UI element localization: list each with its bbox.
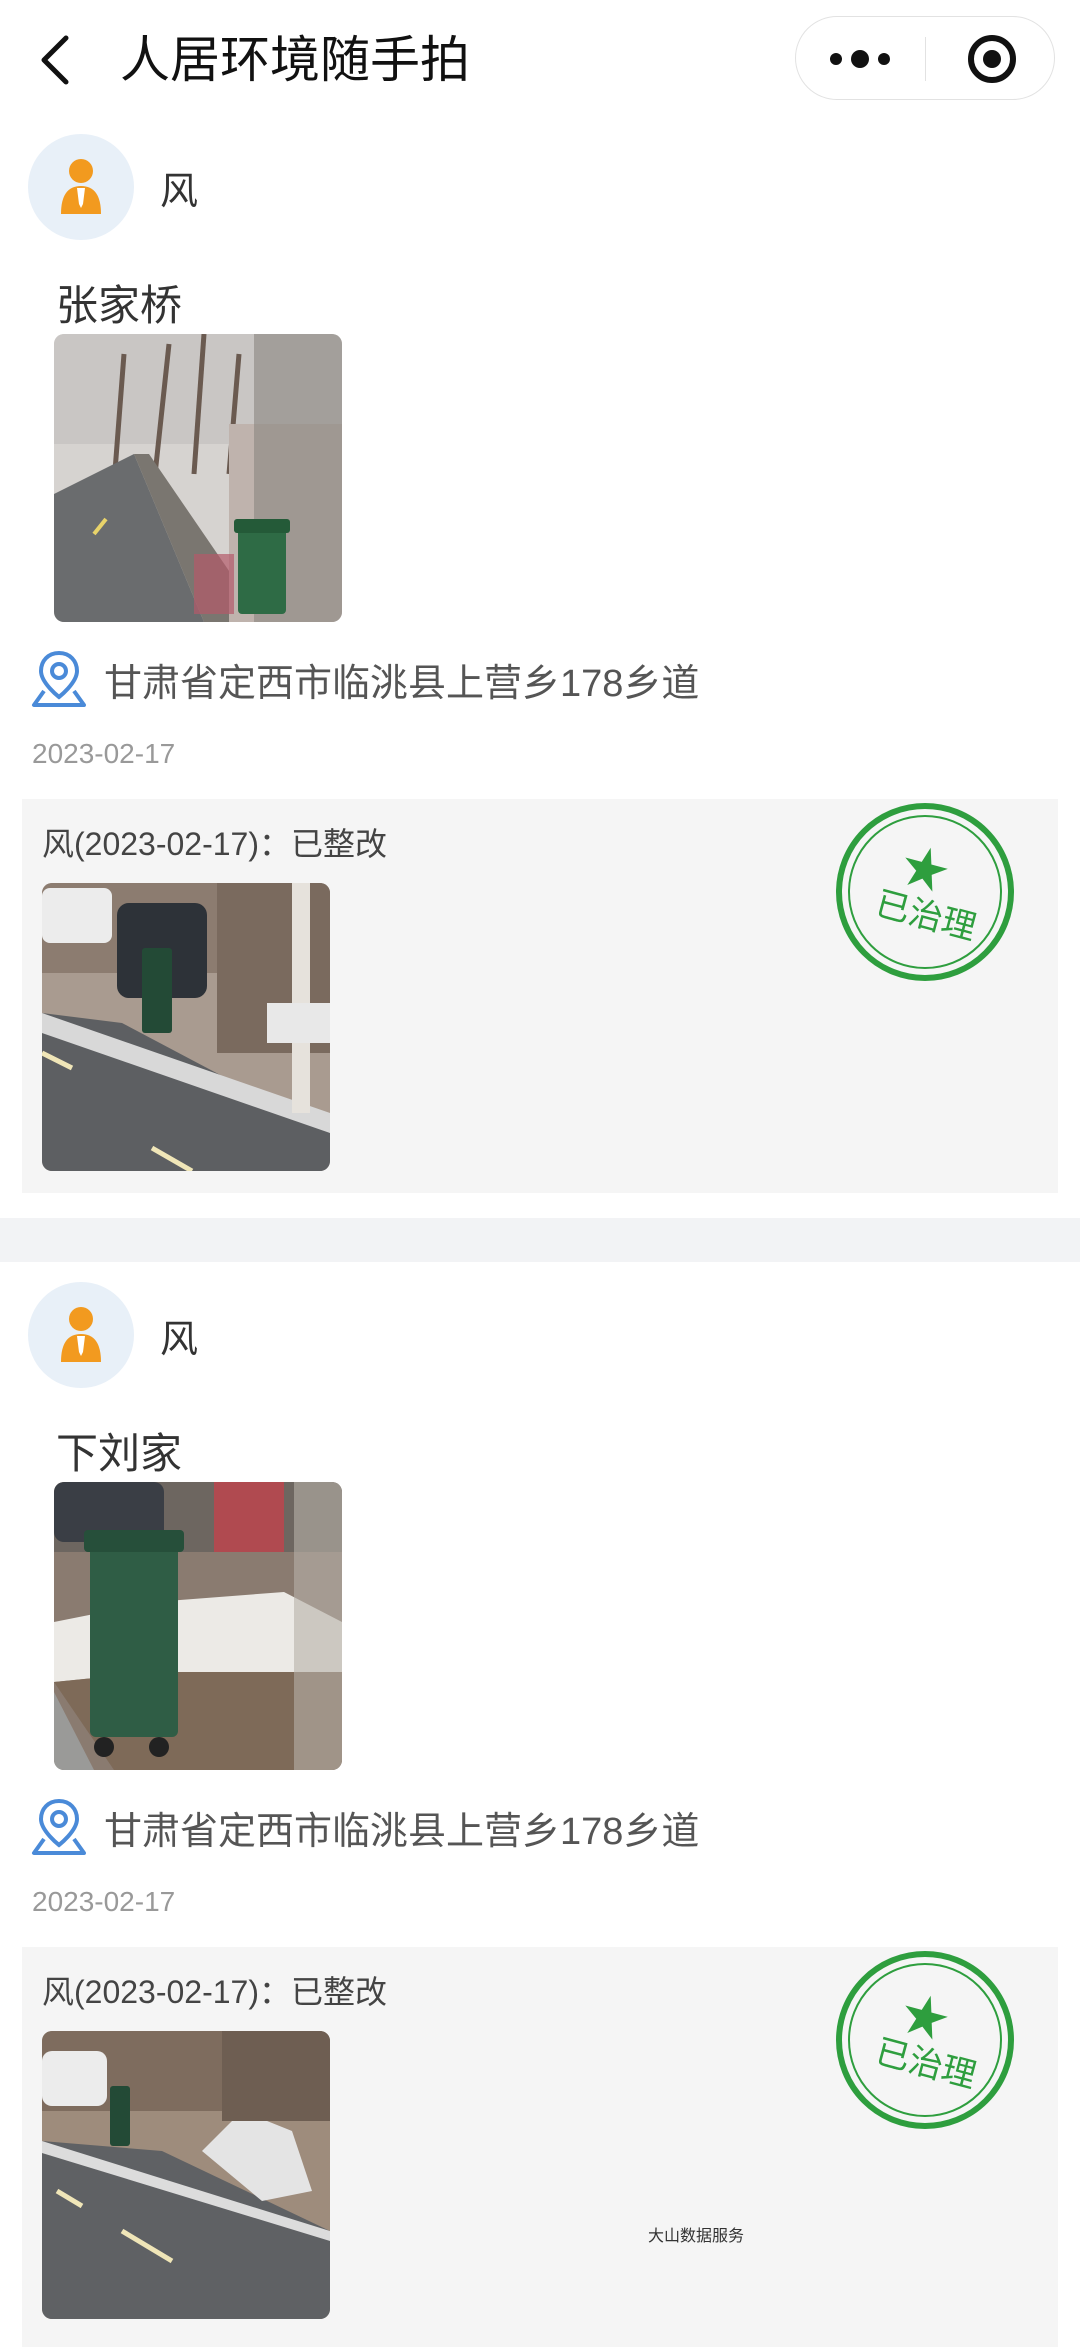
address-text: 甘肃省定西市临洮县上营乡178乡道: [104, 1811, 700, 1853]
location-pin-icon: [32, 650, 86, 707]
trash-bin-snow-photo[interactable]: [54, 1482, 342, 1770]
rectified-village-road-photo[interactable]: [42, 2031, 330, 2319]
chevron-left-icon[interactable]: [36, 30, 76, 90]
nav-bar: 人居环境随手拍: [0, 0, 1080, 120]
stamp-text: 已治理: [872, 885, 980, 948]
person-icon: [61, 159, 101, 214]
rectified-roadside-photo[interactable]: [42, 883, 330, 1171]
post-date: 2023-02-17: [32, 738, 176, 769]
person-icon: [61, 1307, 101, 1362]
resolved-stamp-icon: 已治理: [836, 803, 1014, 981]
username: 风: [160, 171, 199, 213]
post-date: 2023-02-17: [32, 1886, 176, 1917]
mini-program-capsule: [795, 16, 1055, 100]
feedback-text: 风(2023-02-17)：已整改: [42, 826, 388, 862]
watermark-text: 大山数据服务: [648, 2228, 745, 2245]
feedback-panel: 风(2023-02-17)：已整改 已治理: [22, 1947, 1058, 2347]
resolved-stamp-icon: 已治理: [836, 1951, 1014, 2129]
post-separator: [0, 1218, 1080, 1262]
stamp-text: 已治理: [872, 2033, 980, 2096]
feedback-panel: 风(2023-02-17)：已整改 已治理: [22, 799, 1058, 1193]
address-text: 甘肃省定西市临洮县上营乡178乡道: [104, 663, 700, 705]
more-dots-icon[interactable]: [820, 29, 900, 89]
capsule-divider: [925, 37, 926, 81]
username: 风: [160, 1319, 199, 1361]
target-circle-icon[interactable]: [956, 29, 1028, 89]
avatar[interactable]: [28, 134, 134, 240]
place-name: 张家桥: [56, 282, 183, 329]
avatar[interactable]: [28, 1282, 134, 1388]
location-pin-icon: [32, 1798, 86, 1855]
page-title: 人居环境随手拍: [120, 32, 470, 88]
road-with-green-trash-bin-photo[interactable]: [54, 334, 342, 622]
place-name: 下刘家: [56, 1430, 183, 1477]
feedback-text: 风(2023-02-17)：已整改: [42, 1974, 388, 2010]
